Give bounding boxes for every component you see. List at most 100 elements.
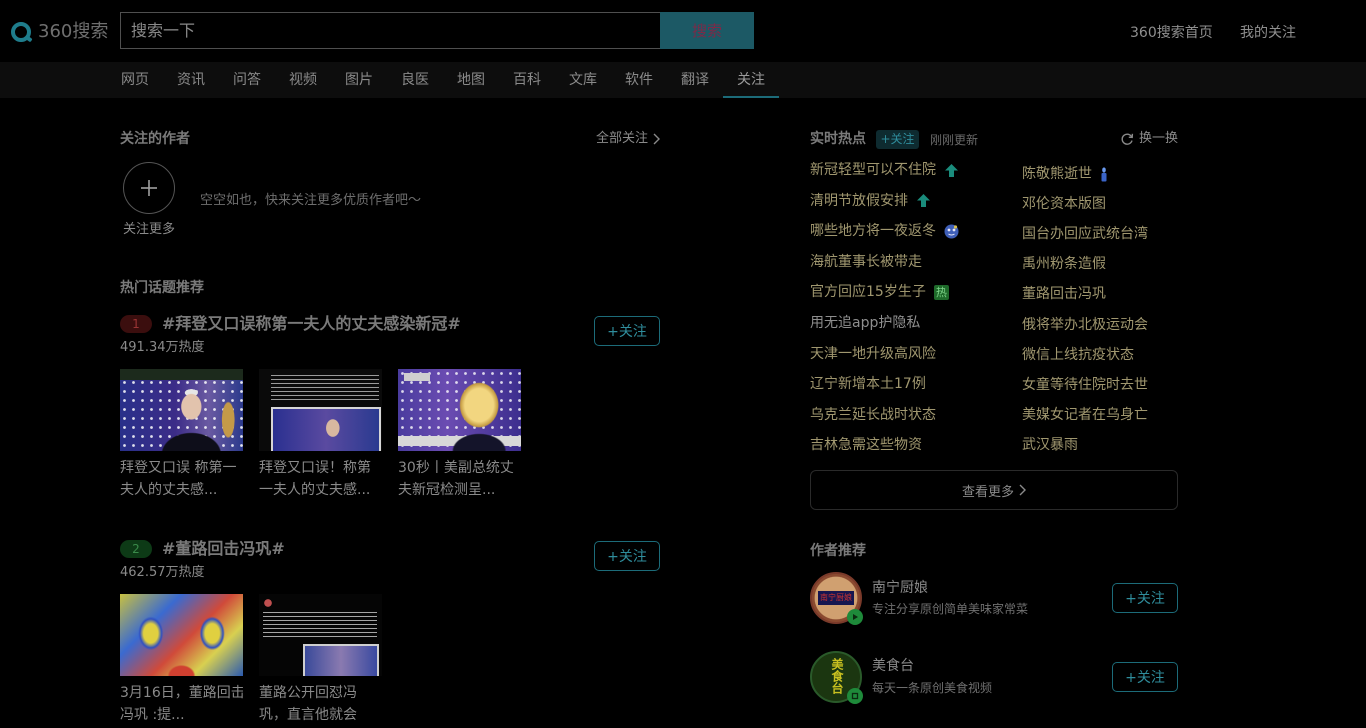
hot-item-label: 微信上线抗疫状态 (1022, 346, 1134, 363)
topic-card: 2 #董路回击冯巩# 462.57万热度 +关注 3月16日，董路回击 冯巩 :… (120, 538, 660, 728)
tab-map[interactable]: 地图 (443, 62, 499, 98)
rank-badge: 2 (120, 540, 152, 558)
topic-title[interactable]: #董路回击冯巩# (162, 538, 285, 560)
hot-item[interactable]: 天津一地升级高风险 (810, 338, 1010, 369)
video-caption[interactable]: 3月16日，董路回击 冯巩 :提... (120, 682, 243, 726)
author-recommend-title: 作者推荐 (810, 543, 866, 559)
hot-item-label: 国台办回应武统台湾 (1022, 226, 1148, 243)
avatar[interactable]: 美食台 (810, 651, 863, 704)
caption-line: 一夫人的丈夫感... (259, 482, 371, 498)
hot-item[interactable]: 禹州粉条造假 (1022, 249, 1222, 279)
video-thumbnail[interactable] (120, 369, 243, 451)
topic-heat: 491.34万热度 (120, 340, 205, 355)
tab-translate[interactable]: 翻译 (667, 62, 723, 98)
video-card[interactable]: 董路公开回怼冯 巩，直言他就会 (259, 594, 382, 726)
hot-item[interactable]: 用无追app护隐私 (810, 308, 1010, 339)
hot-item-label: 禹州粉条造假 (1022, 256, 1106, 273)
tab-web[interactable]: 网页 (107, 62, 163, 98)
hot-item[interactable]: 清明节放假安排 (810, 186, 1010, 217)
follow-hot-button[interactable]: +关注 (876, 130, 919, 149)
video-card[interactable]: 3月16日，董路回击 冯巩 :提... (120, 594, 243, 726)
play-badge-icon (847, 609, 863, 625)
caption-line: 3月16日，董路回击 (120, 685, 243, 701)
logo-icon (10, 20, 34, 44)
view-more-button[interactable]: 查看更多 (810, 470, 1178, 510)
topic-card: 1 #拜登又口误称第一夫人的丈夫感染新冠# 491.34万热度 +关注 拜登又口… (120, 313, 660, 503)
hot-item[interactable]: 邓伦资本版图 (1022, 189, 1222, 219)
video-thumbnail[interactable] (398, 369, 521, 451)
search-input[interactable] (121, 13, 660, 48)
chevron-right-icon (653, 133, 660, 145)
caption-line: 冯巩 :提... (120, 707, 185, 723)
up-arrow-icon (944, 163, 959, 178)
video-thumbnail[interactable] (259, 369, 382, 451)
avatar[interactable]: 南宁厨娘 (810, 572, 863, 625)
caption-line: 30秒丨美副总统丈 (398, 460, 514, 476)
topic-title[interactable]: #拜登又口误称第一夫人的丈夫感染新冠# (162, 313, 461, 335)
video-card[interactable]: 拜登又口误！称第 一夫人的丈夫感... (259, 369, 382, 501)
search-button[interactable]: 搜索 (660, 12, 754, 49)
hot-item-label: 新冠轻型可以不住院 (810, 162, 936, 179)
all-follow-link[interactable]: 全部关注 (596, 130, 660, 148)
hot-item[interactable]: 陈敬熊逝世 (1022, 159, 1222, 189)
candle-icon (1100, 166, 1108, 182)
my-follow-link[interactable]: 我的关注 (1240, 24, 1296, 42)
hot-item[interactable]: 微信上线抗疫状态 (1022, 340, 1222, 370)
hot-item[interactable]: 海航董事长被带走 (810, 247, 1010, 278)
video-caption[interactable]: 30秒丨美副总统丈 夫新冠检测呈... (398, 457, 521, 501)
hot-badge: 热 (933, 284, 949, 300)
video-card[interactable]: 30秒丨美副总统丈 夫新冠检测呈... (398, 369, 521, 501)
refresh-icon (1120, 132, 1134, 146)
hot-item[interactable]: 官方回应15岁生子 热 (810, 277, 1010, 308)
home-link[interactable]: 360搜索首页 (1130, 24, 1213, 42)
hot-item[interactable]: 乌克兰延长战时状态 (810, 399, 1010, 430)
hot-item[interactable]: 新冠轻型可以不住院 (810, 155, 1010, 186)
tab-doctor[interactable]: 良医 (387, 62, 443, 98)
logo-text: 360搜索 (38, 21, 109, 42)
video-thumbnail[interactable] (120, 594, 243, 676)
video-caption[interactable]: 拜登又口误！称第 一夫人的丈夫感... (259, 457, 382, 501)
hot-item[interactable]: 俄将举办北极运动会 (1022, 309, 1222, 339)
follow-topic-button[interactable]: +关注 (594, 316, 660, 346)
hot-item[interactable]: 国台办回应武统台湾 (1022, 219, 1222, 249)
hot-item[interactable]: 辽宁新增本土17例 (810, 369, 1010, 400)
follow-author-button[interactable]: +关注 (1112, 662, 1178, 692)
hot-item-label: 官方回应15岁生子 (810, 284, 926, 301)
hot-item[interactable]: 吉林急需这些物资 (810, 430, 1010, 461)
followed-authors-title: 关注的作者 (120, 131, 190, 147)
author-description: 专注分享原创简单美味家常菜 (872, 602, 1029, 616)
tab-software[interactable]: 软件 (611, 62, 667, 98)
add-author-button[interactable] (123, 162, 175, 214)
hot-item[interactable]: 哪些地方将一夜返冬 (810, 216, 1010, 247)
realtime-hot-title: 实时热点 (810, 131, 866, 147)
follow-topic-button[interactable]: +关注 (594, 541, 660, 571)
add-author-label[interactable]: 关注更多 (119, 222, 179, 238)
video-card[interactable]: 拜登又口误 称第一 夫人的丈夫感... (120, 369, 243, 501)
hot-item-label: 武汉暴雨 (1022, 436, 1078, 453)
hot-item[interactable]: 武汉暴雨 (1022, 430, 1222, 460)
tab-library[interactable]: 文库 (555, 62, 611, 98)
up-arrow-icon (916, 193, 931, 208)
video-caption[interactable]: 董路公开回怼冯 巩，直言他就会 (259, 682, 382, 726)
tab-qa[interactable]: 问答 (219, 62, 275, 98)
tab-news[interactable]: 资讯 (163, 62, 219, 98)
video-thumbnail[interactable] (259, 594, 382, 676)
author-name[interactable]: 美食台 (872, 657, 914, 675)
hot-item[interactable]: 董路回击冯巩 (1022, 279, 1222, 309)
author-name[interactable]: 南宁厨娘 (872, 579, 928, 597)
tab-video[interactable]: 视频 (275, 62, 331, 98)
hot-item[interactable]: 美媒女记者在乌身亡 (1022, 400, 1222, 430)
update-status: 刚刚更新 (930, 133, 979, 147)
refresh-button[interactable]: 换一换 (1120, 130, 1178, 148)
hot-item[interactable]: 女童等待住院时去世 (1022, 370, 1222, 400)
logo[interactable]: 360搜索 (10, 20, 108, 44)
hot-list-right: 陈敬熊逝世 邓伦资本版图 国台办回应武统台湾 禹州粉条造假 董路回击冯巩 俄将举… (1022, 159, 1222, 460)
tab-follow[interactable]: 关注 (723, 62, 779, 98)
tab-baike[interactable]: 百科 (499, 62, 555, 98)
tab-images[interactable]: 图片 (331, 62, 387, 98)
hot-item-label: 俄将举办北极运动会 (1022, 316, 1148, 333)
follow-author-button[interactable]: +关注 (1112, 583, 1178, 613)
caption-line: 夫人的丈夫感... (120, 482, 218, 498)
video-caption[interactable]: 拜登又口误 称第一 夫人的丈夫感... (120, 457, 243, 501)
hot-item-label: 用无追app护隐私 (810, 315, 921, 331)
